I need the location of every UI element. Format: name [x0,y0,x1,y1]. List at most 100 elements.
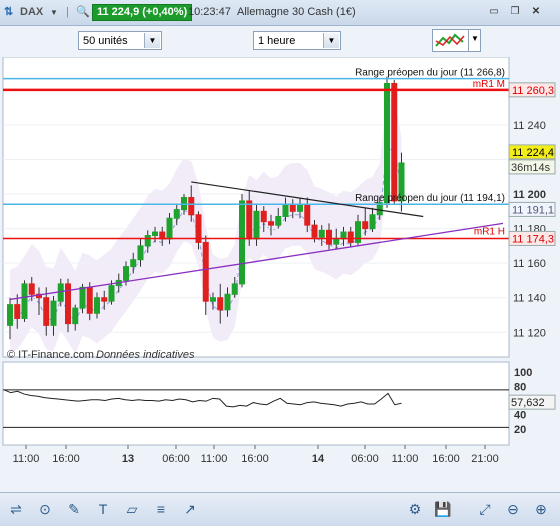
candle-bull [137,245,144,261]
share-icon[interactable]: ⇌ [6,499,26,519]
save-icon[interactable]: 💾 [433,499,453,519]
candle-bear [14,304,21,319]
time-axis-label: 11:00 [13,453,40,465]
candle-bull [318,229,325,238]
candle-bull [275,216,282,226]
lines-icon[interactable]: ≡ [151,499,171,519]
time-label: 10:23:47 [188,6,231,18]
time-axis-label: 14 [312,453,325,465]
chart-menu-icon[interactable]: ⇅ [4,5,13,20]
candle-bear [347,231,354,243]
mr1-h-price-tag: 11 174,3 [512,233,554,245]
candle-bull [108,285,115,302]
time-axis-label: 11:00 [392,453,419,465]
price-chart[interactable]: Range préopen du jour (11 266,8)mR1 M Ran… [0,56,560,467]
oscillator-axis-label: 100 [514,367,532,379]
candle-bear [304,203,311,226]
candle-bull [297,203,303,212]
candle-bull [152,231,158,237]
shapes-icon[interactable]: ▱ [122,499,142,519]
price-change-badge: 11 224,9 (+0,40%) [92,4,193,21]
units-select[interactable]: 50 unités ▼ [78,31,162,50]
mr1-m-label: mR1 M [473,79,505,90]
minimize-icon[interactable]: ▭ [487,6,501,18]
text-icon[interactable]: T [93,499,113,519]
chevron-down-icon[interactable]: ▼ [323,33,339,48]
drawing-icon[interactable]: ✎ [64,499,84,519]
candle-bear [326,229,332,245]
candle-bull [50,300,57,326]
candle-bear [86,286,93,314]
restore-icon[interactable]: ❐ [508,6,522,18]
candle-bull [333,238,340,245]
toolbar: 50 unités ▼ 1 heure ▼ ▼ [0,26,560,56]
range-high-label: Range préopen du jour (11 266,8) [355,68,505,79]
candle-bull [210,297,216,302]
oscillator-axis-label: 40 [514,410,526,422]
time-axis-label: 13 [122,453,134,465]
candle-bear [311,224,318,238]
price-axis-label: 11 240 [513,120,546,132]
range-low-label: Range préopen du jour (11 194,1) [355,193,505,204]
candle-bear [101,297,108,302]
time-axis-label: 16:00 [432,453,460,465]
candle-bull [369,214,376,230]
time-axis-label: 06:00 [162,453,190,465]
blue-price-tag: 11 191,1 [512,204,554,216]
candle-bull [94,297,100,314]
candle-bear [268,221,274,226]
candle-bull [384,82,390,204]
bottom-toolbar: ⇌ ⊙ ✎ T ▱ ≡ ↗ ⚙ 💾 ⤢ ⊖ ⊕ [0,492,560,526]
time-axis-label: 06:00 [351,453,379,465]
chevron-down-icon[interactable]: ▼ [144,33,160,48]
candle-bull [7,304,13,326]
candle-bear [246,200,253,240]
candle-bull [239,200,245,285]
candle-bear [391,82,398,202]
chevron-down-icon: ▼ [471,34,479,43]
candle-bear [289,203,296,212]
candle-bull [282,203,289,218]
indicators-icon [435,33,465,47]
copyright-label: © IT-Finance.com [7,349,94,361]
close-icon[interactable]: ✕ [529,6,543,18]
indicators-dropdown[interactable]: ▼ [468,29,481,52]
price-axis-label: 11 160 [513,258,546,270]
price-axis-label: 11 200 [513,189,546,201]
crosshair-icon[interactable]: ⊙ [35,499,55,519]
time-axis-label: 16:00 [241,453,269,465]
price-axis-label: 11 120 [513,327,546,339]
countdown-label: 36m14s [511,162,551,174]
time-axis-label: 11:00 [201,453,228,465]
search-icon[interactable]: 🔍 [76,5,90,20]
timeframe-select[interactable]: 1 heure ▼ [253,31,341,50]
time-axis-label: 16:00 [52,453,80,465]
oscillator-axis-label: 20 [514,424,526,436]
candle-bear [362,221,369,230]
candle-bull [79,286,86,309]
timeframe-select-value: 1 heure [258,35,296,47]
candle-bull [21,283,28,319]
candle-bull [173,209,180,219]
candle-bull [130,259,137,268]
candle-bull [144,235,151,247]
arrow-icon[interactable]: ↗ [180,499,200,519]
candle-bull [72,307,79,325]
oscillator-axis-label: 80 [514,381,526,393]
candle-bull [166,217,173,240]
candle-bull [355,221,361,243]
settings-icon[interactable]: ⚙ [405,499,425,519]
zoom-fit-icon[interactable]: ⤢ [475,499,495,519]
time-axis-label: 21:00 [471,453,499,465]
candle-bear [188,196,195,216]
dropdown-icon[interactable]: ▼ [50,5,58,20]
mr1-m-price-tag: 11 260,3 [512,85,554,97]
zoom-out-icon[interactable]: ⊖ [503,499,523,519]
candle-bear [217,297,224,311]
chart-panel[interactable]: Range préopen du jour (11 266,8) mR1 M Ran… [0,56,560,467]
instrument-label: Allemagne 30 Cash (1€) [237,6,356,18]
candle-bear [202,241,209,302]
indicators-button[interactable] [432,29,469,52]
candle-bull [123,266,129,281]
zoom-in-icon[interactable]: ⊕ [531,499,551,519]
